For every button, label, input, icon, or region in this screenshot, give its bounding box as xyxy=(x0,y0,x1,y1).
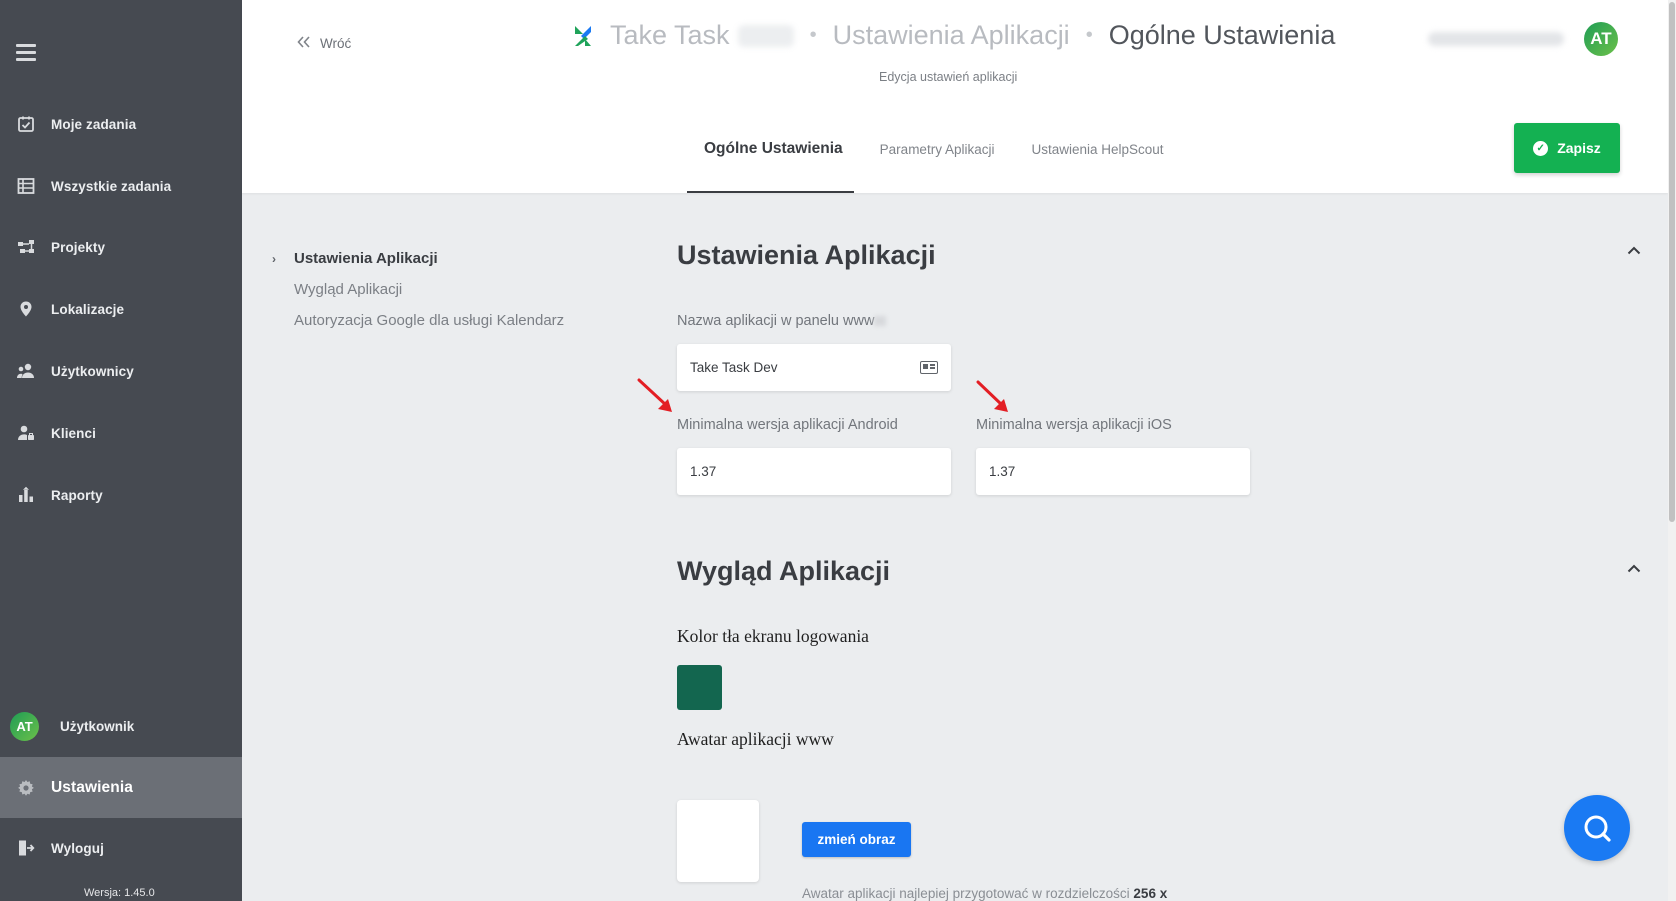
scrollbar-thumb[interactable] xyxy=(1669,2,1675,522)
hint-text: Awatar aplikacji najlepiej przygotować w… xyxy=(802,886,1130,901)
search-icon xyxy=(1584,815,1611,842)
save-label: Zapisz xyxy=(1557,140,1601,156)
sidebar-item-reports[interactable]: Raporty xyxy=(0,475,242,515)
task-check-icon xyxy=(16,114,36,134)
save-button[interactable]: ✓ Zapisz xyxy=(1514,123,1620,173)
sidebar-item-label: Użytkownicy xyxy=(51,363,134,379)
app-version: Wersja: 1.45.0 xyxy=(84,887,155,899)
section-nav-label: Autoryzacja Google dla usługi Kalendarz xyxy=(294,312,565,329)
section-title-app-settings: Ustawienia Aplikacji xyxy=(677,240,936,270)
sidebar-item-label: Lokalizacje xyxy=(51,301,125,317)
avatar: AT xyxy=(10,712,39,741)
take-task-logo-icon xyxy=(575,25,591,46)
tab-helpscout-settings[interactable]: Ustawienia HelpScout xyxy=(1031,126,1163,193)
page-subtitle: Edycja ustawień aplikacji xyxy=(879,70,1018,84)
sidebar-item-projects[interactable]: Projekty xyxy=(0,227,242,267)
chevron-up-icon[interactable] xyxy=(1627,560,1641,578)
back-link[interactable]: Wróć xyxy=(297,35,351,51)
page-header: Wróć Take Task • Ustawienia Aplikacji • … xyxy=(242,0,1668,193)
double-chevron-left-icon xyxy=(297,35,311,51)
check-circle-icon: ✓ xyxy=(1533,140,1549,156)
chevron-right-icon: › xyxy=(272,251,276,266)
login-color-label: Kolor tła ekranu logowania xyxy=(677,626,869,646)
change-image-button[interactable]: zmień obraz xyxy=(802,822,911,857)
app-name-input[interactable]: Take Task Dev xyxy=(677,344,951,391)
section-title-appearance: Wygląd Aplikacji xyxy=(677,556,891,586)
sidebar-item-label: Wszystkie zadania xyxy=(51,178,172,194)
ios-version-label: Minimalna wersja aplikacji iOS xyxy=(976,417,1172,433)
sidebar-item-users[interactable]: Użytkownicy xyxy=(0,351,242,391)
sidebar-item-settings[interactable]: Ustawienia xyxy=(0,757,242,818)
sidebar-item-label: Raporty xyxy=(51,487,103,503)
login-color-swatch[interactable] xyxy=(677,665,722,710)
users-icon xyxy=(16,361,36,381)
settings-tabs: Ogólne Ustawienia Parametry Aplikacji Us… xyxy=(687,126,1201,193)
sidebar: Moje zadania Wszystkie zadania Projekty … xyxy=(0,0,242,901)
avatar-resolution-hint: Awatar aplikacji najlepiej przygotować w… xyxy=(802,886,1167,901)
app-avatar-preview xyxy=(677,800,759,882)
chevron-up-icon[interactable] xyxy=(1627,242,1641,260)
client-icon xyxy=(16,423,36,443)
red-arrow-annotation-icon xyxy=(637,378,672,412)
ios-version-input[interactable]: 1.37 xyxy=(976,448,1250,495)
app-name-label: Nazwa aplikacji w panelu www xyxy=(677,313,887,329)
sidebar-item-label: Moje zadania xyxy=(51,116,137,132)
breadcrumb-current: Ogólne Ustawienia xyxy=(1108,20,1336,50)
projects-icon xyxy=(16,237,36,257)
section-nav-label: Ustawienia Aplikacji xyxy=(294,250,438,267)
tab-app-parameters[interactable]: Parametry Aplikacji xyxy=(880,126,995,193)
list-icon xyxy=(16,176,36,196)
hint-bold: 256 x xyxy=(1133,886,1168,901)
app-name-label-text: Nazwa aplikacji w panelu www xyxy=(677,313,875,329)
id-card-icon xyxy=(920,361,938,374)
android-version-value: 1.37 xyxy=(690,464,717,479)
section-nav-item-app-settings[interactable]: › Ustawienia Aplikacji xyxy=(272,250,564,267)
red-arrow-annotation-icon xyxy=(976,380,1008,412)
breadcrumb-blurred-text xyxy=(737,24,794,47)
sidebar-item-label: Klienci xyxy=(51,425,96,441)
sidebar-item-all-tasks[interactable]: Wszystkie zadania xyxy=(0,166,242,206)
back-label: Wróć xyxy=(320,35,352,51)
map-pin-icon xyxy=(16,299,36,319)
section-nav: › Ustawienia Aplikacji Wygląd Aplikacji … xyxy=(272,250,564,343)
ios-version-value: 1.37 xyxy=(989,464,1016,479)
android-version-label: Minimalna wersja aplikacji Android xyxy=(677,417,898,433)
reports-icon xyxy=(16,485,36,505)
gear-icon xyxy=(16,778,36,798)
sidebar-item-logout[interactable]: Wyloguj xyxy=(0,828,242,868)
section-nav-item-appearance[interactable]: Wygląd Aplikacji xyxy=(272,281,564,298)
avatar[interactable]: AT xyxy=(1584,22,1618,56)
breadcrumb-app-settings[interactable]: Ustawienia Aplikacji xyxy=(833,20,1070,51)
logout-icon xyxy=(16,838,36,858)
tab-general-settings[interactable]: Ogólne Ustawienia xyxy=(687,126,854,193)
breadcrumb: Take Task • Ustawienia Aplikacji • Ogóln… xyxy=(572,20,1335,51)
sidebar-item-clients[interactable]: Klienci xyxy=(0,413,242,453)
page-scrollbar[interactable] xyxy=(1668,0,1676,901)
user-email-blurred xyxy=(1428,32,1564,46)
help-search-button[interactable] xyxy=(1564,795,1630,861)
sidebar-user-label: Użytkownik xyxy=(60,719,135,734)
app-avatar-label: Awatar aplikacji www xyxy=(677,729,834,749)
app-name-value: Take Task Dev xyxy=(690,360,778,375)
section-nav-item-google-auth[interactable]: Autoryzacja Google dla usługi Kalendarz xyxy=(272,312,564,329)
sidebar-item-locations[interactable]: Lokalizacje xyxy=(0,289,242,329)
sidebar-user[interactable]: AT Użytkownik xyxy=(10,712,134,741)
sidebar-item-label: Wyloguj xyxy=(51,840,104,856)
android-version-input[interactable]: 1.37 xyxy=(677,448,951,495)
sidebar-item-label: Projekty xyxy=(51,239,106,255)
section-nav-label: Wygląd Aplikacji xyxy=(294,281,403,298)
sidebar-item-my-tasks[interactable]: Moje zadania xyxy=(0,104,242,144)
hamburger-icon[interactable] xyxy=(16,44,36,61)
breadcrumb-separator: • xyxy=(1085,24,1093,46)
breadcrumb-app[interactable]: Take Task xyxy=(610,20,730,51)
breadcrumb-separator: • xyxy=(809,24,817,46)
sidebar-item-label: Ustawienia xyxy=(51,778,133,796)
